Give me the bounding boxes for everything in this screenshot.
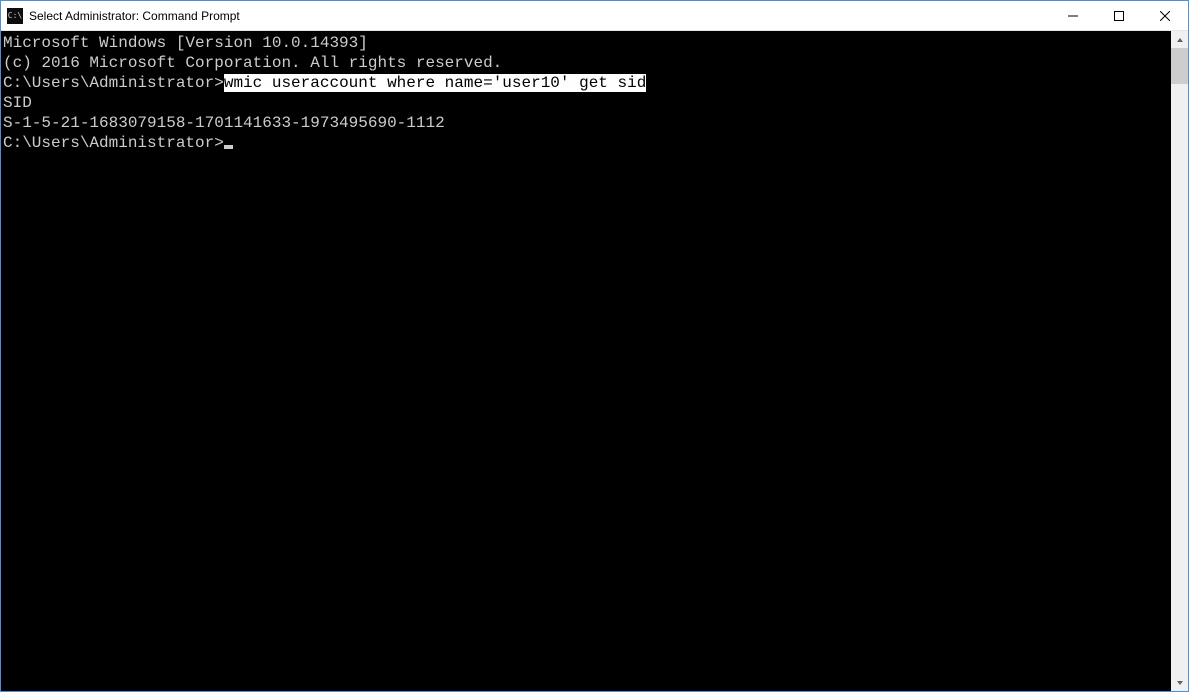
minimize-button[interactable] [1050,1,1096,30]
output-sid: S-1-5-21-1683079158-1701141633-197349569… [3,113,1171,133]
chevron-up-icon [1176,36,1184,44]
command-line-2: C:\Users\Administrator> [3,133,1171,153]
cmd-icon: C:\ [7,8,23,24]
copyright-line: (c) 2016 Microsoft Corporation. All righ… [3,53,1171,73]
prompt-prefix: C:\Users\Administrator> [3,134,224,152]
output-header: SID [3,93,1171,113]
window-controls [1050,1,1188,30]
terminal-area: Microsoft Windows [Version 10.0.14393](c… [1,31,1188,691]
close-icon [1160,11,1170,21]
scroll-up-button[interactable] [1171,31,1188,48]
maximize-icon [1114,11,1124,21]
scroll-track[interactable] [1171,48,1188,674]
window-title: Select Administrator: Command Prompt [29,9,240,23]
prompt-prefix: C:\Users\Administrator> [3,74,224,92]
version-line: Microsoft Windows [Version 10.0.14393] [3,33,1171,53]
vertical-scrollbar[interactable] [1171,31,1188,691]
scroll-down-button[interactable] [1171,674,1188,691]
scroll-thumb[interactable] [1171,48,1188,84]
text-cursor [224,145,233,149]
terminal-output[interactable]: Microsoft Windows [Version 10.0.14393](c… [1,31,1171,691]
chevron-down-icon [1176,679,1184,687]
titlebar[interactable]: C:\ Select Administrator: Command Prompt [1,1,1188,31]
close-button[interactable] [1142,1,1188,30]
maximize-button[interactable] [1096,1,1142,30]
selected-command: wmic useraccount where name='user10' get… [224,74,646,92]
minimize-icon [1068,11,1078,21]
command-prompt-window: C:\ Select Administrator: Command Prompt… [0,0,1189,692]
command-line-1: C:\Users\Administrator>wmic useraccount … [3,73,1171,93]
